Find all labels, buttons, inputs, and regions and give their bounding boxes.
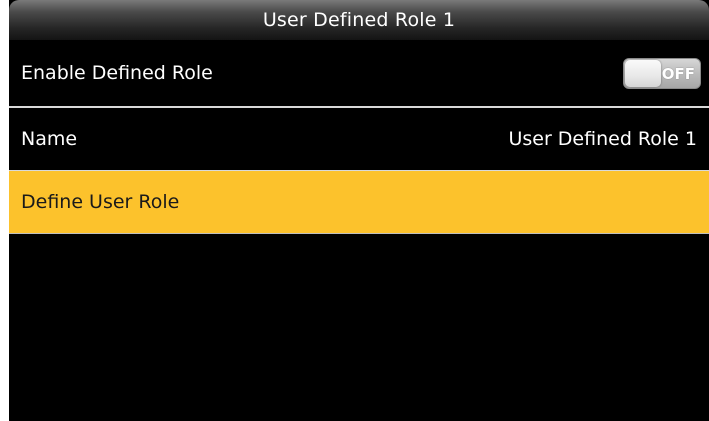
name-label: Name xyxy=(21,128,78,150)
name-row[interactable]: Name User Defined Role 1 xyxy=(9,108,709,170)
name-value: User Defined Role 1 xyxy=(508,128,697,150)
enable-defined-role-label: Enable Defined Role xyxy=(21,62,213,84)
toggle-knob xyxy=(625,59,661,87)
define-user-role-row[interactable]: Define User Role xyxy=(9,171,709,233)
divider xyxy=(9,233,709,234)
enable-defined-role-row[interactable]: Enable Defined Role OFF xyxy=(9,40,709,106)
define-user-role-label: Define User Role xyxy=(21,191,180,213)
page-title: User Defined Role 1 xyxy=(262,9,456,31)
device-screen: User Defined Role 1 Enable Defined Role … xyxy=(9,0,709,421)
toggle-state-text: OFF xyxy=(661,64,695,83)
title-bar: User Defined Role 1 xyxy=(9,0,709,40)
enable-defined-role-toggle[interactable]: OFF xyxy=(623,57,701,89)
